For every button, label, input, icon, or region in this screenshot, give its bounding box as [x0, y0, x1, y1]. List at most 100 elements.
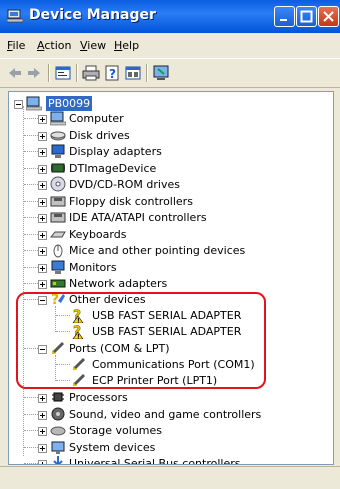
expand-toggle[interactable]: [38, 115, 47, 124]
display-adapter-icon: [51, 144, 65, 158]
menu-view-rest: iew: [87, 39, 107, 52]
expand-toggle[interactable]: [38, 280, 47, 289]
tree-item-label: DTImageDevice: [69, 161, 157, 175]
tree-item-label: Mice and other pointing devices: [69, 244, 246, 257]
usb-icon: [53, 456, 63, 464]
tree-connector: [24, 217, 38, 218]
expand-toggle[interactable]: [38, 148, 47, 157]
sound-icon: [51, 407, 65, 420]
close-icon: [323, 11, 334, 22]
keyboard-icon: [50, 231, 66, 237]
tree-item-label: System devices: [69, 440, 156, 454]
tree-connector: [24, 200, 38, 202]
tree-root-label: PB0099: [46, 96, 93, 111]
device-manager-icon: [7, 9, 23, 23]
monitor-icon: [51, 260, 65, 274]
minimize-icon: [280, 19, 287, 21]
disk-drive-icon: [50, 131, 66, 140]
toolbar-separator: [48, 64, 50, 82]
processor-icon: [52, 392, 64, 402]
expand-toggle[interactable]: [38, 443, 47, 453]
expand-toggle[interactable]: [38, 427, 47, 436]
tree-connector: [24, 430, 38, 431]
menu-file-rest: ile: [12, 39, 26, 52]
maximize-icon: [300, 10, 313, 23]
tree-item-label: Universal Serial Bus controllers: [69, 457, 241, 465]
expand-toggle[interactable]: [38, 131, 47, 141]
tree-connector: [24, 167, 38, 169]
menu-file[interactable]: File: [7, 39, 25, 52]
toolbar-separator: [146, 64, 148, 82]
tree-item-label: DVD/CD-ROM drives: [69, 178, 180, 191]
tree-item-label: Display adapters: [69, 145, 162, 158]
expand-toggle[interactable]: [38, 247, 47, 256]
expand-toggle[interactable]: [38, 230, 47, 240]
computer-icon: [26, 96, 42, 111]
tree-item-label: Processors: [69, 391, 128, 404]
status-bar: [0, 466, 340, 489]
red-highlight-outline: [16, 292, 266, 389]
minimize-button[interactable]: [274, 6, 295, 27]
back-icon[interactable]: [6, 64, 24, 82]
menu-view[interactable]: View: [80, 39, 106, 52]
expand-toggle[interactable]: [38, 394, 47, 403]
dt-image-device-icon: [51, 163, 65, 172]
menu-help[interactable]: Help: [114, 39, 139, 52]
expand-toggle[interactable]: [38, 214, 47, 223]
tree-connector: [24, 413, 38, 415]
properties-icon[interactable]: [54, 64, 72, 82]
menu-bar: File Action View Help: [0, 36, 340, 56]
tree-connector: [24, 118, 38, 119]
device-tree[interactable]: PB0099 Computer Disk drives Display adapte…: [8, 91, 334, 465]
tree-connector: [24, 266, 38, 268]
window-title: Device Manager: [29, 7, 156, 23]
dvd-cd-rom-icon: [50, 176, 66, 192]
expand-toggle[interactable]: [38, 263, 47, 273]
maximize-button[interactable]: [296, 6, 317, 27]
expand-toggle[interactable]: [38, 164, 47, 174]
toolbar-separator: [76, 64, 78, 82]
tree-connector: [24, 151, 38, 152]
device-manager-window: Device Manager File Action View Help ? P…: [0, 0, 340, 489]
tree-item-label: Keyboards: [69, 227, 127, 241]
menu-action-rest: ction: [44, 39, 72, 52]
tree-connector: [24, 397, 38, 398]
tree-connector: [24, 283, 38, 284]
tree-connector: [24, 446, 38, 448]
show-view-icon[interactable]: [124, 64, 142, 82]
svg-text:?: ?: [109, 67, 116, 81]
tree-item-label: IDE ATA/ATAPI controllers: [69, 211, 207, 224]
title-bar[interactable]: Device Manager: [0, 0, 340, 33]
tree-item-label: Floppy disk controllers: [69, 194, 193, 208]
update-driver-icon[interactable]: [152, 64, 170, 82]
mouse-icon: [53, 244, 63, 258]
tree-item-label: Monitors: [69, 260, 117, 274]
help-icon[interactable]: ?: [104, 64, 122, 82]
tree-connector: [24, 463, 38, 464]
tree-connector: [24, 250, 38, 251]
tree-connector: [24, 233, 38, 235]
expand-toggle[interactable]: [38, 197, 47, 207]
expand-toggle[interactable]: [38, 181, 47, 190]
tree-item-label: Network adapters: [69, 277, 168, 290]
computer-icon: [50, 111, 66, 126]
storage-volume-icon: [50, 426, 66, 436]
forward-icon[interactable]: [25, 64, 43, 82]
network-adapter-icon: [50, 279, 66, 288]
toolbar: ?: [0, 58, 340, 88]
close-button[interactable]: [318, 6, 339, 27]
tree-connector: [24, 134, 38, 136]
print-icon[interactable]: [82, 64, 100, 82]
ide-controller-icon: [50, 212, 66, 223]
tree-connector: [23, 106, 24, 456]
tree-item-label: Disk drives: [69, 128, 130, 142]
tree-item-label: Sound, video and game controllers: [69, 407, 262, 421]
menu-action[interactable]: Action: [37, 39, 71, 52]
floppy-controller-icon: [50, 196, 66, 206]
expand-toggle[interactable]: [38, 460, 47, 464]
expand-toggle[interactable]: [38, 410, 47, 420]
tree-item-label: Computer: [69, 112, 124, 125]
tree-item-label: Storage volumes: [69, 424, 163, 437]
collapse-toggle[interactable]: [14, 100, 23, 109]
tree-connector: [24, 184, 38, 185]
